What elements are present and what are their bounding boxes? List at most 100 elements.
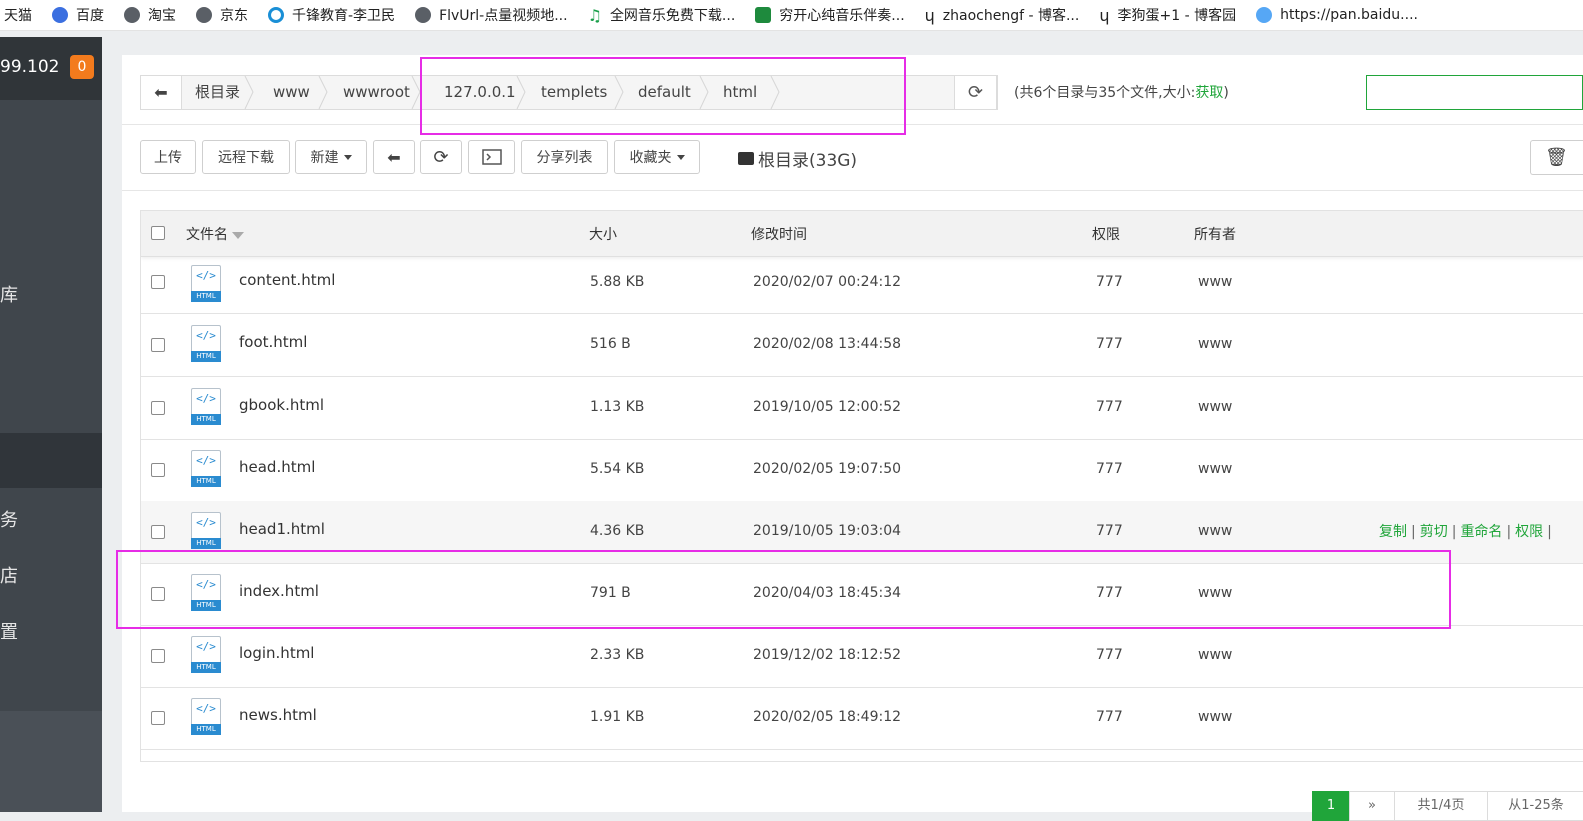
file-perm: 777: [1096, 274, 1123, 290]
file-size: 1.13 KB: [590, 399, 645, 415]
divider: [122, 190, 1583, 191]
file-owner: www: [1198, 274, 1233, 290]
permission-link[interactable]: 权限: [1515, 524, 1543, 540]
directory-summary: (共6个目录与35个文件,大小:获取): [1014, 82, 1229, 102]
back-button[interactable]: ⬅: [373, 140, 415, 174]
sidebar-item-tasks[interactable]: 务: [0, 506, 102, 532]
file-owner: www: [1198, 336, 1233, 352]
file-mtime: 2020/02/05 18:49:12: [753, 709, 902, 725]
file-name[interactable]: head.html: [239, 458, 315, 476]
copy-link[interactable]: 复制: [1379, 524, 1407, 540]
terminal-button[interactable]: [468, 140, 515, 174]
disk-info[interactable]: 根目录(33G): [738, 146, 857, 171]
file-mtime: 2019/10/05 19:03:04: [753, 523, 902, 539]
row-checkbox[interactable]: [151, 711, 165, 725]
cut-link[interactable]: 剪切: [1420, 524, 1448, 540]
row-checkbox[interactable]: [151, 463, 165, 477]
column-name-header[interactable]: 文件名: [186, 224, 244, 244]
bookmark-tmall[interactable]: 天猫: [4, 5, 32, 25]
file-manager-panel: ⬅ 根目录 www wwwroot 127.0.0.1 templets def…: [122, 55, 1583, 821]
file-name[interactable]: content.html: [239, 271, 335, 289]
qianfeng-icon: [268, 7, 284, 23]
new-dropdown-button[interactable]: 新建: [295, 140, 367, 174]
sidebar-item-settings[interactable]: 置: [0, 618, 102, 644]
bookmark-music[interactable]: ♫ 全网音乐免费下载...: [588, 5, 736, 25]
file-owner: www: [1198, 647, 1233, 663]
row-checkbox[interactable]: [151, 525, 165, 539]
disk-label: 根目录(33G): [758, 151, 858, 171]
bookmark-baidu-pan[interactable]: https://pan.baidu....: [1256, 7, 1418, 23]
file-mtime: 2020/02/05 19:07:50: [753, 461, 902, 477]
bookmark-jd[interactable]: 京东: [196, 5, 248, 25]
file-name[interactable]: gbook.html: [239, 396, 324, 414]
file-name[interactable]: news.html: [239, 706, 317, 724]
sidebar-footer: [0, 711, 102, 812]
row-checkbox[interactable]: [151, 649, 165, 663]
bookmark-baidu[interactable]: 百度: [52, 5, 104, 25]
refresh-path-icon[interactable]: ⟳: [954, 75, 997, 110]
summary-text: (共6个目录与35个文件,大小:: [1014, 85, 1196, 101]
globe-icon: [196, 7, 212, 23]
file-perm: 777: [1096, 336, 1123, 352]
table-row[interactable]: </> HTML content.html 5.88 KB 2020/02/07 …: [141, 257, 1583, 314]
bookmark-accompaniment[interactable]: 穷开心纯音乐伴奏...: [755, 5, 905, 25]
file-owner: www: [1198, 461, 1233, 477]
page-button-current[interactable]: 1: [1312, 791, 1350, 821]
bookmark-qianfeng[interactable]: 千锋教育-李卫民: [268, 5, 395, 25]
sidebar-item-label: 库: [0, 285, 18, 306]
table-row[interactable]: </> HTML foot.html 516 B 2020/02/08 13:44…: [141, 314, 1583, 377]
bookmark-label: FlvUrl-点量视频地...: [439, 8, 568, 24]
share-list-button[interactable]: 分享列表: [521, 140, 608, 174]
notification-badge[interactable]: 0: [70, 55, 94, 79]
blog-icon: ɥ: [924, 5, 935, 25]
file-size: 5.88 KB: [590, 274, 645, 290]
button-label: 新建: [310, 150, 339, 166]
table-row[interactable]: </> HTML gbook.html 1.13 KB 2019/10/05 12…: [141, 377, 1583, 440]
sidebar-item-store[interactable]: 店: [0, 562, 102, 588]
column-mtime-header[interactable]: 修改时间: [751, 224, 807, 244]
column-owner-header[interactable]: 所有者: [1194, 224, 1236, 244]
page-next-button[interactable]: »: [1349, 791, 1395, 821]
button-label: 远程下载: [218, 150, 274, 166]
row-checkbox[interactable]: [151, 338, 165, 352]
sidebar-item-files-active[interactable]: [0, 433, 102, 488]
bookmark-flvurl[interactable]: FlvUrl-点量视频地...: [415, 5, 568, 25]
bookmark-ligoudan[interactable]: ɥ 李狗蛋+1 - 博客园: [1099, 5, 1236, 25]
bookmark-taobao[interactable]: 淘宝: [124, 5, 176, 25]
sidebar-item-database[interactable]: 库: [0, 281, 102, 307]
favorites-dropdown-button[interactable]: 收藏夹: [614, 140, 700, 174]
column-size-header[interactable]: 大小: [589, 224, 617, 244]
column-perm-header[interactable]: 权限: [1092, 224, 1120, 244]
bookmark-zhaochengf[interactable]: ɥ zhaochengf - 博客...: [925, 5, 1080, 25]
get-size-link[interactable]: 获取: [1195, 85, 1223, 101]
bookmark-label: 京东: [220, 8, 248, 24]
button-label: 上传: [154, 150, 182, 166]
file-owner: www: [1198, 523, 1233, 539]
baidu-pan-icon: [1256, 7, 1273, 23]
file-size: 5.54 KB: [590, 461, 645, 477]
table-row[interactable]: </> HTML news.html 1.91 KB 2020/02/05 18:…: [141, 687, 1583, 750]
remote-download-button[interactable]: 远程下载: [202, 140, 290, 174]
file-mtime: 2020/02/07 00:24:12: [753, 274, 902, 290]
file-name[interactable]: head1.html: [239, 520, 325, 538]
row-checkbox[interactable]: [151, 275, 165, 289]
row-checkbox[interactable]: [151, 401, 165, 415]
file-perm: 777: [1096, 461, 1123, 477]
bookmarks-bar: 天猫 百度 淘宝 京东 千锋教育-李卫民 FlvUrl-点量视频地... ♫ 全网…: [0, 0, 1583, 31]
table-row[interactable]: </> HTML login.html 2.33 KB 2019/12/02 18…: [141, 625, 1583, 688]
file-perm: 777: [1096, 709, 1123, 725]
recycle-bin-button[interactable]: 🗑: [1530, 140, 1583, 175]
rename-link[interactable]: 重命名: [1460, 524, 1502, 540]
table-row[interactable]: </> HTML head.html 5.54 KB 2020/02/05 19:…: [141, 439, 1583, 502]
html-file-icon: </> HTML: [191, 388, 223, 426]
select-all-checkbox[interactable]: [151, 226, 165, 240]
refresh-button[interactable]: ⟳: [420, 140, 462, 174]
bookmark-label: 淘宝: [148, 8, 176, 24]
file-perm: 777: [1096, 647, 1123, 663]
page-info: 共1/4页: [1394, 791, 1488, 821]
file-name[interactable]: login.html: [239, 644, 314, 662]
table-header: 文件名 大小 修改时间 权限 所有者: [141, 211, 1583, 257]
upload-button[interactable]: 上传: [140, 140, 196, 174]
file-search-input[interactable]: [1366, 75, 1583, 110]
file-name[interactable]: foot.html: [239, 333, 307, 351]
